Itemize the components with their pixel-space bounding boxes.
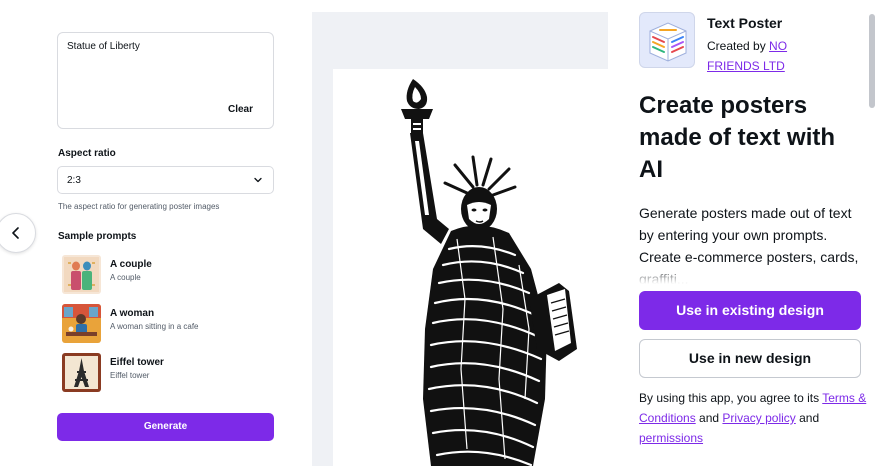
- sample-subtitle: Eiffel tower: [110, 371, 150, 380]
- aspect-ratio-value: 2:3: [67, 175, 81, 186]
- app-headline: Create posters made of text with AI: [639, 92, 836, 183]
- sample-thumbnail: [62, 255, 101, 294]
- terms-and: and: [699, 411, 720, 425]
- created-by: Created by NO FRIENDS LTD: [707, 36, 817, 76]
- sample-title: Eiffel tower: [110, 357, 164, 368]
- sample-prompts-label: Sample prompts: [58, 231, 137, 242]
- aspect-ratio-helper: The aspect ratio for generating poster i…: [58, 202, 220, 211]
- sample-thumbnail: [62, 353, 101, 392]
- app-form-panel: Statue of Liberty Clear Aspect ratio 2:3…: [0, 0, 312, 466]
- permissions-link[interactable]: permissions: [639, 431, 703, 445]
- statue-of-liberty-illustration: [401, 79, 577, 466]
- sample-subtitle: A couple: [110, 273, 141, 282]
- use-in-existing-design-button[interactable]: Use in existing design: [639, 291, 861, 330]
- sample-thumbnail: [62, 304, 101, 343]
- app-name: Text Poster: [707, 15, 783, 31]
- prompt-textarea[interactable]: Statue of Liberty Clear: [57, 32, 274, 129]
- panel-scrollbar[interactable]: [869, 14, 875, 108]
- app-details-panel: Text Poster Created by NO FRIENDS LTD Cr…: [608, 0, 891, 466]
- use-in-new-design-button[interactable]: Use in new design: [639, 339, 861, 378]
- design-canvas: [312, 12, 608, 466]
- terms-prefix: By using this app, you agree to its: [639, 391, 820, 405]
- aspect-ratio-select[interactable]: 2:3: [57, 166, 274, 194]
- generated-poster-image[interactable]: [333, 69, 608, 466]
- sample-prompt-woman[interactable]: A woman A woman sitting in a cafe: [62, 304, 262, 344]
- description-fade: [639, 264, 859, 284]
- chevron-down-icon: [254, 177, 262, 183]
- created-by-prefix: Created by: [707, 39, 766, 53]
- privacy-link[interactable]: Privacy policy: [722, 411, 795, 425]
- sample-title: A woman: [110, 308, 155, 319]
- prompt-text[interactable]: Statue of Liberty: [67, 41, 140, 52]
- sample-subtitle: A woman sitting in a cafe: [110, 322, 199, 331]
- sample-prompt-eiffel[interactable]: Eiffel tower Eiffel tower: [62, 353, 262, 393]
- app-description: Generate posters made out of text by ent…: [639, 202, 859, 284]
- sample-prompt-couple[interactable]: A couple A couple: [62, 255, 262, 295]
- sample-title: A couple: [110, 259, 152, 270]
- terms-and-2: and: [799, 411, 820, 425]
- chevron-left-icon: [12, 227, 19, 239]
- clear-button[interactable]: Clear: [228, 104, 253, 115]
- generate-button[interactable]: Generate: [57, 413, 274, 441]
- terms-notice: By using this app, you agree to its Term…: [639, 388, 874, 448]
- app-logo-icon: [639, 12, 695, 68]
- aspect-ratio-label: Aspect ratio: [58, 148, 116, 159]
